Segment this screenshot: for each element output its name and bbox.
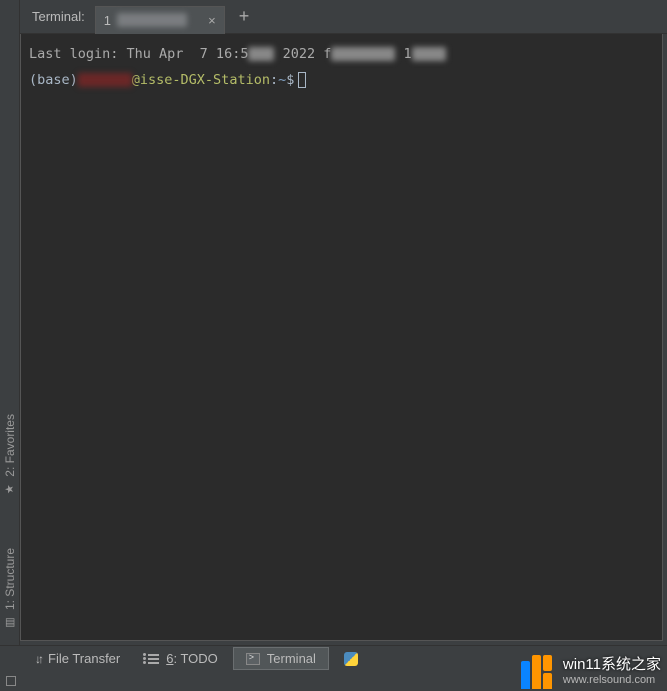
close-icon[interactable]: × (208, 13, 216, 28)
terminal-tab-number: 1 (104, 13, 111, 28)
sidebar-tab-label: 1: Structure (3, 548, 17, 610)
terminal-session-tab[interactable]: 1 × (95, 6, 225, 34)
sidebar-tab-label: 2: Favorites (3, 414, 17, 477)
redacted-text (78, 73, 132, 87)
transfer-icon: ↓↑ (35, 652, 41, 666)
watermark-url: www.relsound.com (563, 674, 655, 687)
shell-prompt: (base)@isse-DGX-Station:~$ (29, 70, 654, 92)
star-icon: ★ (3, 483, 16, 496)
redacted-text (412, 47, 446, 61)
terminal-panel-title: Terminal: (26, 9, 95, 24)
sidebar-tab-structure[interactable]: ▥ 1: Structure (1, 542, 19, 635)
tool-label: 6: TODO (166, 651, 218, 666)
terminal-output[interactable]: Last login: Thu Apr 7 16:5 2022 f 1 (bas… (20, 34, 663, 641)
tool-terminal[interactable]: Terminal (233, 647, 329, 670)
tool-label: File Transfer (48, 651, 120, 666)
watermark-text: win11系统之家 www.relsound.com (563, 656, 661, 687)
watermark: win11系统之家 www.relsound.com (521, 655, 661, 689)
last-login-line: Last login: Thu Apr 7 16:5 2022 f 1 (29, 44, 654, 66)
left-tool-gutter: ★ 2: Favorites ▥ 1: Structure (0, 0, 20, 645)
tool-label: Terminal (267, 651, 316, 666)
terminal-icon (246, 653, 260, 665)
redacted-text (331, 47, 395, 61)
sidebar-tab-favorites[interactable]: ★ 2: Favorites (1, 408, 19, 502)
python-icon (344, 652, 358, 666)
status-indicator-icon (6, 676, 16, 686)
structure-icon: ▥ (3, 616, 16, 629)
new-terminal-button[interactable]: + (225, 6, 264, 27)
list-icon (148, 654, 159, 664)
terminal-panel: Terminal: 1 × + Last login: Thu Apr 7 16… (20, 0, 667, 645)
cursor-icon (298, 72, 306, 88)
watermark-title: win11系统之家 (563, 656, 661, 674)
tool-file-transfer[interactable]: ↓↑ File Transfer (22, 647, 133, 670)
tool-todo[interactable]: 6: TODO (135, 647, 231, 670)
terminal-tabbar: Terminal: 1 × + (20, 0, 667, 34)
tool-python-console[interactable] (331, 648, 371, 670)
watermark-logo-icon (521, 655, 555, 689)
redacted-text (117, 13, 187, 27)
redacted-text (248, 47, 274, 61)
